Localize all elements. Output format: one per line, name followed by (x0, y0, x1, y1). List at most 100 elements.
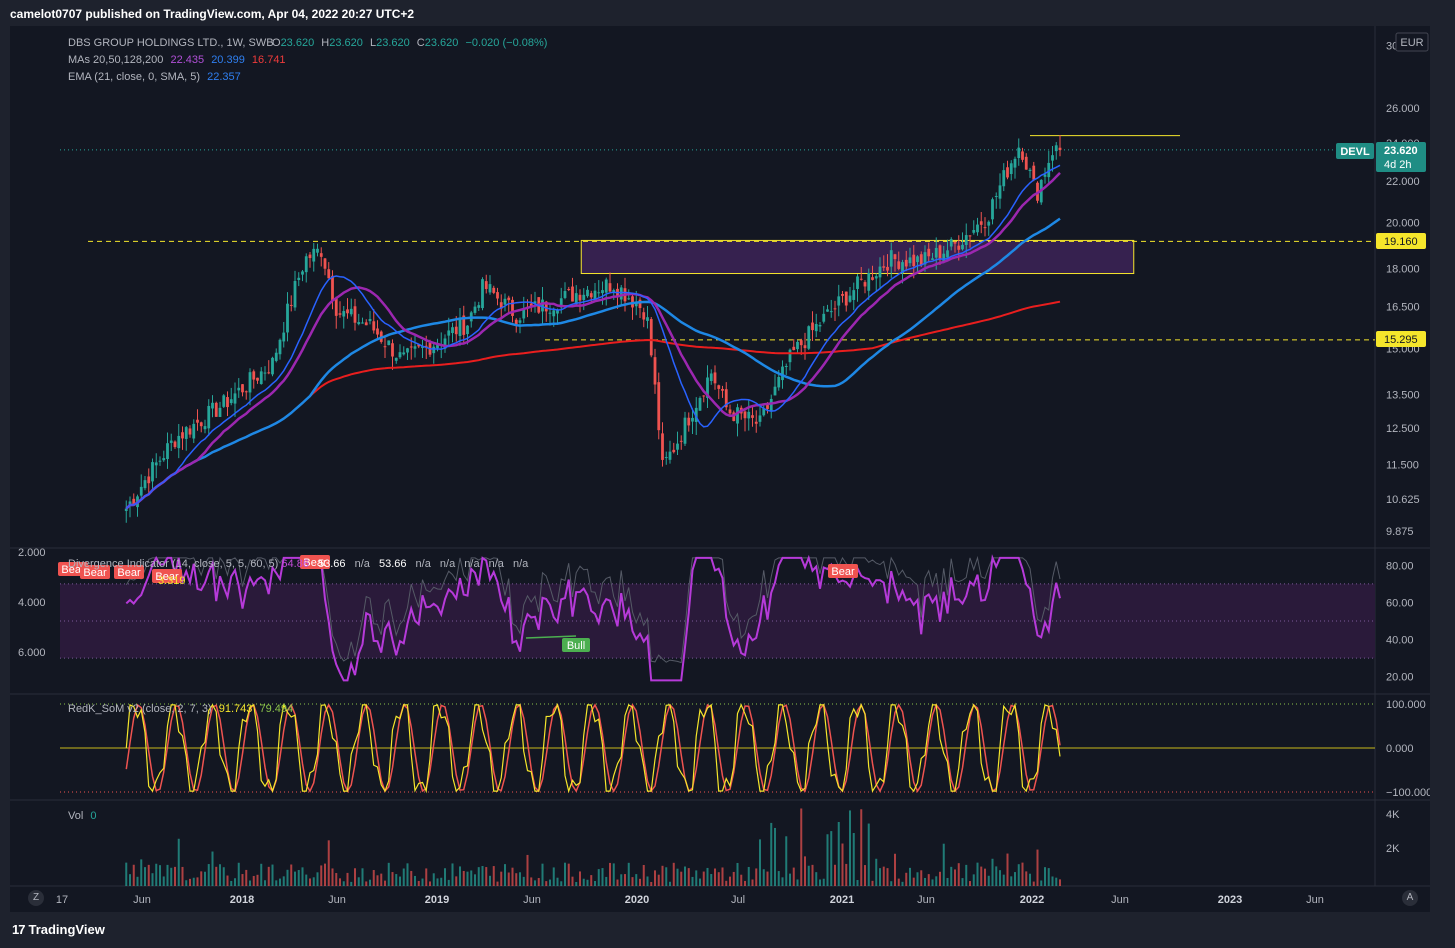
volume-bar (762, 869, 765, 886)
candle-body (496, 292, 499, 299)
volume-bar (492, 866, 495, 886)
volume-bar (252, 875, 255, 886)
volume-bar (834, 864, 836, 886)
tradingview-mark-icon: 17 (12, 922, 26, 937)
volume-bar (357, 877, 360, 886)
candle-body (451, 327, 454, 334)
candle-body (784, 365, 788, 367)
candle-body (1058, 147, 1062, 151)
volume-bar (875, 858, 878, 886)
volume-bar (387, 862, 390, 886)
candle-body (1009, 163, 1013, 175)
candle-body (717, 385, 721, 389)
candle-body (241, 384, 244, 393)
volume-bar (477, 867, 480, 886)
candle-body (361, 322, 364, 324)
volume-bar (927, 874, 930, 886)
divergence-value-4: n/a (416, 558, 432, 570)
bear-label: Bear (831, 566, 855, 578)
volume-bar (657, 874, 660, 886)
volume-bar (837, 821, 840, 886)
volume-bar (504, 864, 506, 886)
candle-body (518, 320, 522, 323)
volume-bar (369, 879, 371, 886)
zoom-button[interactable]: Z (28, 890, 44, 906)
candle-body (484, 281, 488, 289)
volume-bar (312, 877, 315, 886)
candle-body (226, 397, 229, 408)
ma-value-2: 20.399 (211, 54, 245, 66)
candle-body (841, 294, 844, 296)
volume-bar (346, 872, 349, 886)
last-price-label: 23.620 (1384, 145, 1418, 157)
chart-svg[interactable]: DBS GROUP HOLDINGS LTD., 1W, SWB O23.620… (10, 26, 1432, 912)
volume-bar (549, 879, 551, 886)
candle-body (972, 230, 976, 233)
candle-body (334, 297, 338, 316)
candle-body (192, 423, 196, 439)
candle-body (991, 199, 994, 220)
volume-name: Vol (68, 810, 83, 822)
candle-body (904, 259, 908, 267)
candle-body (1024, 156, 1028, 170)
volume-bar (519, 872, 521, 886)
candle-body (177, 435, 181, 449)
candle-body (683, 417, 687, 444)
candle-body (743, 411, 747, 419)
volume-bar (1010, 876, 1013, 886)
time-axis-label: 2021 (830, 894, 854, 906)
volume-bar (230, 880, 233, 886)
candle-body (897, 261, 901, 269)
candle-body (346, 309, 349, 314)
volume-bar (125, 862, 128, 886)
volume-bar (695, 870, 698, 886)
auto-scale-button[interactable]: A (1402, 890, 1418, 906)
divergence-band (60, 583, 1375, 659)
volume-bar (455, 876, 458, 886)
candle-body (792, 346, 796, 351)
high-label: H (321, 37, 329, 49)
candle-body (1051, 155, 1054, 161)
candle-body (503, 298, 507, 305)
candle-body (871, 277, 874, 280)
volume-bar (530, 877, 533, 886)
som-value-2: 79.494 (259, 703, 293, 715)
volume-bar (459, 866, 461, 886)
candle-body (799, 340, 803, 346)
high-value: 23.620 (329, 37, 363, 49)
volume-bar (785, 836, 788, 886)
candle-body (391, 343, 394, 357)
candle-body (323, 258, 327, 269)
candle-body (908, 257, 912, 264)
time-axis-label: 2020 (625, 894, 649, 906)
volume-bar (534, 880, 536, 886)
candle-body (953, 241, 957, 244)
volume-bar (1051, 876, 1054, 886)
candle-body (218, 407, 222, 417)
candle-body (211, 402, 214, 409)
close-label: C (417, 37, 425, 49)
volume-bar (687, 868, 690, 886)
volume-bar (365, 881, 368, 886)
volume-bar (429, 881, 431, 886)
volume-bar (485, 867, 488, 886)
candle-body (698, 398, 702, 411)
volume-bar (830, 831, 833, 886)
volume-bar (860, 809, 863, 886)
candle-body (406, 348, 409, 353)
candle-body (293, 281, 297, 308)
volume-bar (1055, 877, 1058, 886)
chart-area[interactable]: DBS GROUP HOLDINGS LTD., 1W, SWB O23.620… (10, 26, 1432, 912)
candle-body (672, 449, 676, 453)
candle-body (916, 256, 919, 263)
divergence-name: Divergence Indicator (14, close, 5, 5, 6… (68, 558, 278, 570)
tradingview-logo[interactable]: 17 TradingView (12, 922, 105, 937)
level-low-tag: 15.295 (1376, 331, 1426, 347)
candle-body (586, 289, 589, 297)
candle-body (214, 402, 218, 417)
candle-body (278, 339, 282, 355)
candle-body (1002, 170, 1006, 187)
volume-bar (770, 822, 773, 886)
volume-bar (954, 869, 956, 886)
candle-body (154, 462, 158, 466)
